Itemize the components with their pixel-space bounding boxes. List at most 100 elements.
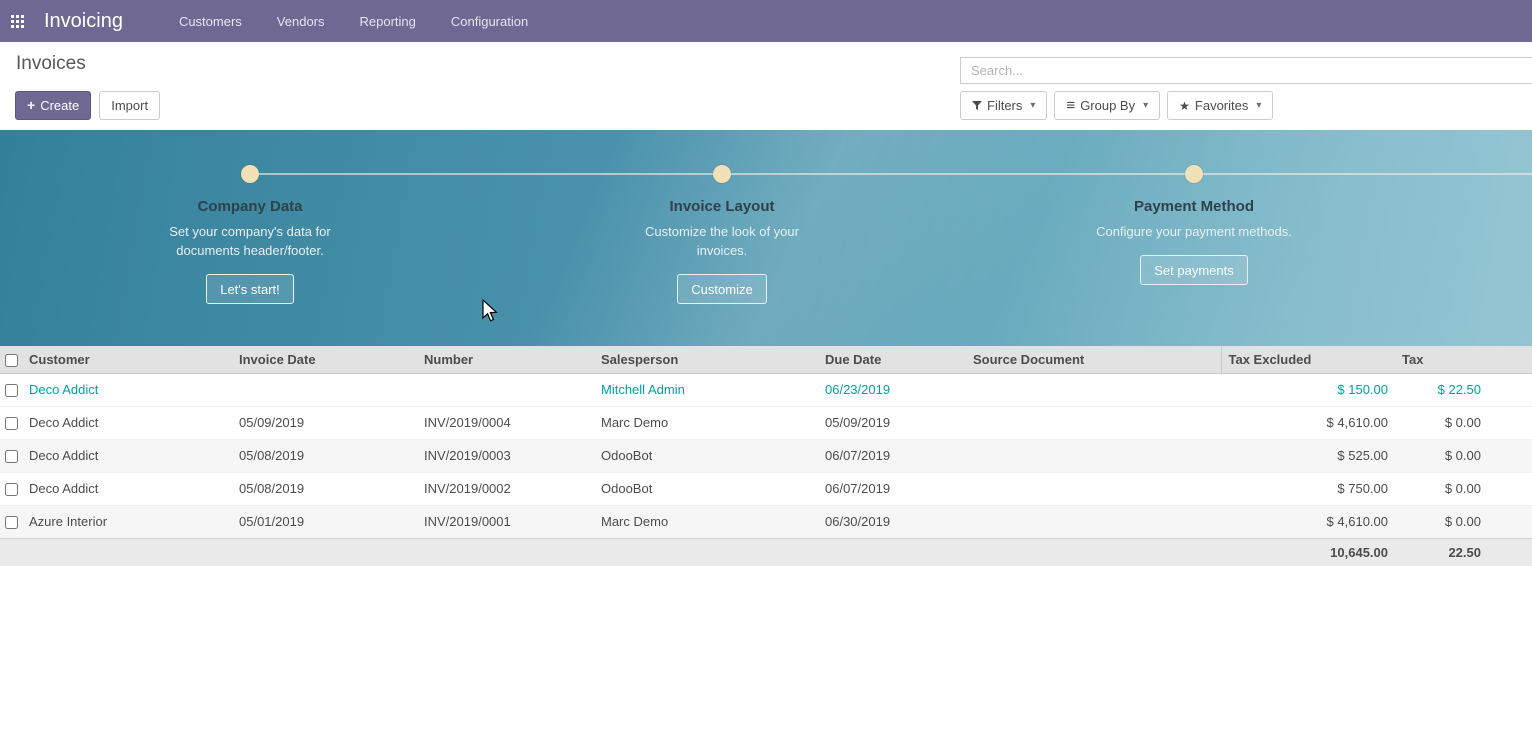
column-header-due-date[interactable]: Due Date — [818, 346, 966, 373]
cell-invoice-date — [232, 373, 417, 406]
step-dot-icon — [1185, 165, 1203, 183]
column-header-source-document[interactable]: Source Document — [966, 346, 1221, 373]
cell-due-date: 06/30/2019 — [818, 505, 966, 538]
apps-menu-button[interactable] — [0, 0, 34, 42]
menu-configuration[interactable]: Configuration — [451, 14, 528, 29]
cell-due-date: 06/07/2019 — [818, 472, 966, 505]
filters-button-label: Filters — [987, 92, 1022, 119]
cell-salesperson: Mitchell Admin — [594, 373, 818, 406]
cell-number: INV/2019/0002 — [417, 472, 594, 505]
import-button[interactable]: Import — [99, 91, 160, 120]
row-checkbox[interactable] — [5, 450, 18, 463]
menu-customers[interactable]: Customers — [179, 14, 242, 29]
row-checkbox[interactable] — [5, 417, 18, 430]
create-button[interactable]: + Create — [15, 91, 91, 120]
set-payments-button[interactable]: Set payments — [1140, 255, 1248, 285]
cell-customer: Deco Addict — [22, 472, 232, 505]
row-checkbox[interactable] — [5, 384, 18, 397]
lets-start-button[interactable]: Let's start! — [206, 274, 294, 304]
import-button-label: Import — [111, 92, 148, 119]
cell-salesperson: OdooBot — [594, 472, 818, 505]
action-buttons: + Create Import — [15, 91, 160, 120]
row-checkbox[interactable] — [5, 516, 18, 529]
group-by-button[interactable]: ≡ Group By ▾ — [1054, 91, 1160, 120]
cell-due-date: 05/09/2019 — [818, 406, 966, 439]
step-dot-icon — [241, 165, 259, 183]
cell-tax-excluded: $ 750.00 — [1221, 472, 1395, 505]
step-dot-icon — [713, 165, 731, 183]
cell-invoice-date: 05/08/2019 — [232, 472, 417, 505]
column-header-customer[interactable]: Customer — [22, 346, 232, 373]
cell-source-document — [966, 373, 1221, 406]
select-all-header — [0, 346, 22, 373]
search-options: Filters ▾ ≡ Group By ▾ ★ Favorites ▾ — [960, 91, 1273, 120]
top-navbar: Invoicing Customers Vendors Reporting Co… — [0, 0, 1532, 42]
cell-tax: $ 0.00 — [1395, 505, 1532, 538]
cell-due-date: 06/23/2019 — [818, 373, 966, 406]
cell-customer: Deco Addict — [22, 406, 232, 439]
column-header-tax-excluded[interactable]: Tax Excluded — [1221, 346, 1395, 373]
cell-source-document — [966, 505, 1221, 538]
cell-salesperson: Marc Demo — [594, 505, 818, 538]
search-input[interactable] — [960, 57, 1532, 84]
column-header-salesperson[interactable]: Salesperson — [594, 346, 818, 373]
column-header-number[interactable]: Number — [417, 346, 594, 373]
cell-tax: $ 0.00 — [1395, 439, 1532, 472]
cell-source-document — [966, 439, 1221, 472]
cell-tax: $ 0.00 — [1395, 406, 1532, 439]
cell-invoice-date: 05/08/2019 — [232, 439, 417, 472]
column-header-tax[interactable]: Tax — [1395, 346, 1532, 373]
menu-vendors[interactable]: Vendors — [277, 14, 325, 29]
total-tax: 22.50 — [1395, 538, 1532, 566]
table-footer-row: 10,645.00 22.50 — [0, 538, 1532, 566]
select-all-checkbox[interactable] — [5, 354, 18, 367]
cell-invoice-date: 05/09/2019 — [232, 406, 417, 439]
favorites-button[interactable]: ★ Favorites ▾ — [1167, 91, 1273, 120]
cell-tax-excluded: $ 4,610.00 — [1221, 406, 1395, 439]
cell-salesperson: OdooBot — [594, 439, 818, 472]
menu-reporting[interactable]: Reporting — [360, 14, 416, 29]
cell-source-document — [966, 406, 1221, 439]
main-menu: Customers Vendors Reporting Configuratio… — [179, 14, 528, 29]
onboarding-step-payment-method: Payment Method Configure your payment me… — [1064, 165, 1324, 285]
group-by-button-label: Group By — [1080, 92, 1135, 119]
table-row[interactable]: Deco Addict 05/08/2019 INV/2019/0002 Odo… — [0, 472, 1532, 505]
apps-grid-icon — [11, 15, 24, 28]
cell-tax: $ 22.50 — [1395, 373, 1532, 406]
table-row[interactable]: Azure Interior 05/01/2019 INV/2019/0001 … — [0, 505, 1532, 538]
favorites-button-label: Favorites — [1195, 92, 1248, 119]
cell-number: INV/2019/0003 — [417, 439, 594, 472]
cell-number: INV/2019/0001 — [417, 505, 594, 538]
step-title: Payment Method — [1134, 198, 1254, 215]
table-header-row: Customer Invoice Date Number Salesperson… — [0, 346, 1532, 373]
page-title: Invoices — [16, 53, 86, 75]
total-tax-excluded: 10,645.00 — [1221, 538, 1395, 566]
cell-salesperson: Marc Demo — [594, 406, 818, 439]
cell-tax: $ 0.00 — [1395, 472, 1532, 505]
onboarding-step-company-data: Company Data Set your company's data for… — [120, 165, 380, 304]
control-panel: Invoices + Create Import Filters ▾ ≡ Gro… — [0, 42, 1532, 130]
cell-source-document — [966, 472, 1221, 505]
column-header-invoice-date[interactable]: Invoice Date — [232, 346, 417, 373]
filters-button[interactable]: Filters ▾ — [960, 91, 1047, 120]
cell-customer: Azure Interior — [22, 505, 232, 538]
chevron-down-icon: ▾ — [1256, 92, 1261, 119]
cell-number — [417, 373, 594, 406]
table-row[interactable]: Deco Addict Mitchell Admin 06/23/2019 $ … — [0, 373, 1532, 406]
cell-customer: Deco Addict — [22, 439, 232, 472]
cell-tax-excluded: $ 525.00 — [1221, 439, 1395, 472]
onboarding-timeline — [250, 173, 1532, 175]
step-description: Set your company's data for documents he… — [150, 222, 350, 260]
table-row[interactable]: Deco Addict 05/08/2019 INV/2019/0003 Odo… — [0, 439, 1532, 472]
cell-tax-excluded: $ 4,610.00 — [1221, 505, 1395, 538]
step-description: Customize the look of your invoices. — [622, 222, 822, 260]
step-title: Invoice Layout — [669, 198, 774, 215]
filter-icon — [972, 101, 982, 111]
onboarding-step-invoice-layout: Invoice Layout Customize the look of you… — [592, 165, 852, 304]
customize-button[interactable]: Customize — [677, 274, 766, 304]
star-icon: ★ — [1179, 100, 1190, 112]
app-name[interactable]: Invoicing — [44, 10, 123, 33]
table-row[interactable]: Deco Addict 05/09/2019 INV/2019/0004 Mar… — [0, 406, 1532, 439]
cell-tax-excluded: $ 150.00 — [1221, 373, 1395, 406]
row-checkbox[interactable] — [5, 483, 18, 496]
